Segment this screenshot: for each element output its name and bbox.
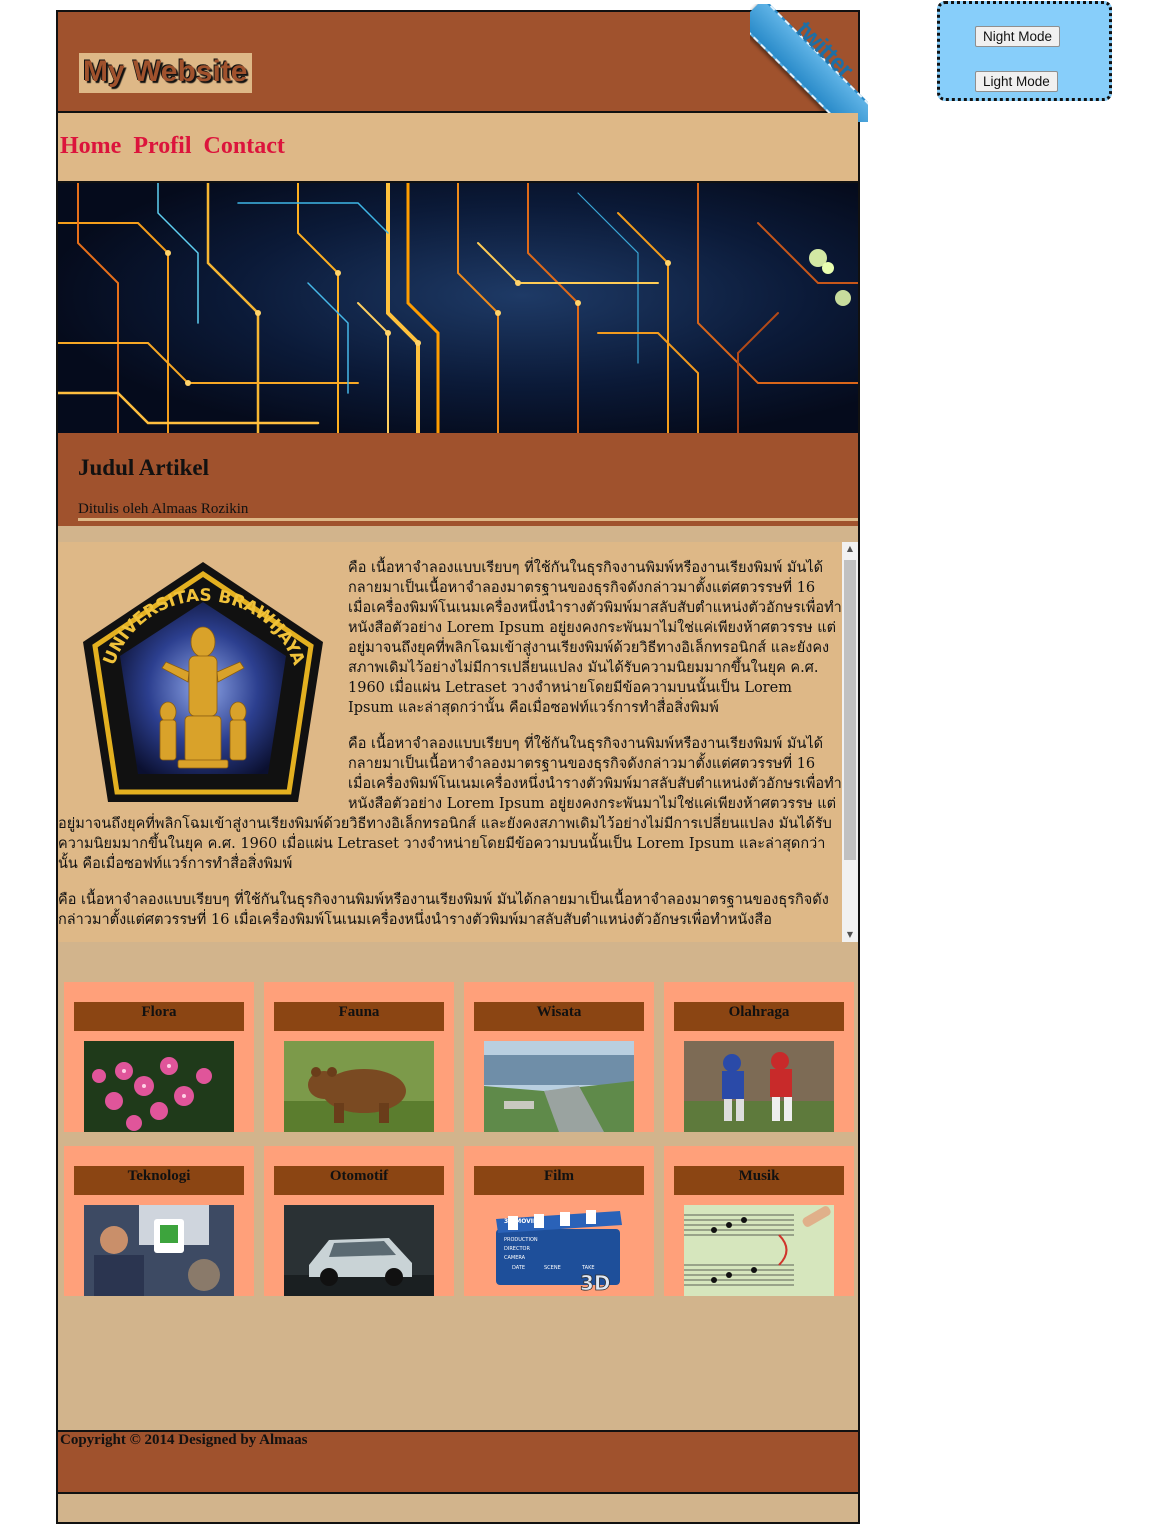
category-card-musik[interactable]: Musik <box>664 1146 854 1296</box>
category-label: Flora <box>74 1002 244 1031</box>
main-nav: Home Profil Contact <box>58 113 858 183</box>
wisata-graphic <box>484 1041 634 1132</box>
nav-home-link[interactable]: Home <box>60 133 121 159</box>
site-title: My Website <box>79 53 252 93</box>
footer-copyright: Copyright © 2014 Designed by Almaas <box>60 1432 308 1448</box>
category-card-wisata[interactable]: Wisata <box>464 982 654 1132</box>
site-footer: Copyright © 2014 Designed by Almaas <box>58 1430 858 1494</box>
category-label: Olahraga <box>674 1002 844 1031</box>
wisata-image <box>484 1041 634 1132</box>
category-gallery: Flora Fauna Wisata Olahraga Teknologi Ot… <box>64 982 854 1296</box>
film-image: 3D MOVIES PRODUCTION DIRECTOR CAMERA DAT… <box>484 1205 634 1296</box>
article-paragraph-3: คือ เนื้อหาจำลองแบบเรียบๆ ที่ใช้กันในธุร… <box>58 892 829 928</box>
musik-graphic <box>684 1205 834 1296</box>
teknologi-image <box>84 1205 234 1296</box>
category-card-olahraga[interactable]: Olahraga <box>664 982 854 1132</box>
clapper-row-2: DIRECTOR <box>504 1246 530 1252</box>
site-header: My Website twitter <box>58 4 868 122</box>
category-card-flora[interactable]: Flora <box>64 982 254 1132</box>
university-logo: UNIVERSITAS BRAWIJAYA <box>58 542 348 812</box>
fauna-graphic <box>284 1041 434 1132</box>
nav-contact-link[interactable]: Contact <box>204 133 285 159</box>
clapper-title: 3D MOVIES <box>504 1218 541 1225</box>
category-label: Film <box>474 1166 644 1195</box>
clapper-col-2: SCENE <box>544 1265 561 1271</box>
flora-image <box>84 1041 234 1132</box>
university-logo-graphic: UNIVERSITAS BRAWIJAYA <box>83 562 323 802</box>
scroll-up-arrow-icon[interactable]: ▲ <box>842 542 858 556</box>
page-container: My Website twitter Home Profil Contact J… <box>56 4 868 1524</box>
article-header: Judul Artikel Ditulis oleh Almaas Roziki… <box>58 433 858 525</box>
circuit-banner-image <box>58 183 858 433</box>
fauna-image <box>284 1041 434 1132</box>
article-body[interactable]: UNIVERSITAS BRAWIJAYA คือ เนื้อหาจำลองแบ… <box>58 542 858 942</box>
article-divider-bar <box>58 521 858 526</box>
category-card-teknologi[interactable]: Teknologi <box>64 1146 254 1296</box>
light-mode-button[interactable]: Light Mode <box>975 71 1058 92</box>
clapper-3d-badge: 3D <box>580 1271 611 1295</box>
otomotif-image <box>284 1205 434 1296</box>
night-mode-button[interactable]: Night Mode <box>975 26 1061 47</box>
article-author: Ditulis oleh Almaas Rozikin <box>78 501 249 517</box>
musik-image <box>684 1205 834 1296</box>
olahraga-image <box>684 1041 834 1132</box>
clapper-col-1: DATE <box>512 1265 525 1271</box>
category-label: Otomotif <box>274 1166 444 1195</box>
circuit-banner-graphic <box>58 183 858 433</box>
article-title: Judul Artikel <box>78 455 210 480</box>
teknologi-graphic <box>84 1205 234 1296</box>
film-graphic: 3D MOVIES PRODUCTION DIRECTOR CAMERA DAT… <box>484 1205 634 1296</box>
scroll-down-arrow-icon[interactable]: ▼ <box>842 928 858 942</box>
category-label: Fauna <box>274 1002 444 1031</box>
mode-switcher: Night Mode Light Mode <box>937 1 1112 101</box>
article-scrollbar[interactable]: ▲ ▼ <box>842 542 858 942</box>
otomotif-graphic <box>284 1205 434 1296</box>
article-content: UNIVERSITAS BRAWIJAYA คือ เนื้อหาจำลองแบ… <box>58 542 842 942</box>
twitter-ribbon[interactable]: twitter <box>750 4 868 122</box>
category-card-otomotif[interactable]: Otomotif <box>264 1146 454 1296</box>
category-card-film[interactable]: Film 3D MOVIES PRODUCTION DIRECTOR CAMER… <box>464 1146 654 1296</box>
category-label: Musik <box>674 1166 844 1195</box>
category-label: Wisata <box>474 1002 644 1031</box>
scrollbar-thumb[interactable] <box>844 560 856 860</box>
flora-graphic <box>84 1041 234 1132</box>
clapper-row-1: PRODUCTION <box>504 1237 538 1243</box>
category-label: Teknologi <box>74 1166 244 1195</box>
olahraga-graphic <box>684 1041 834 1132</box>
nav-profil-link[interactable]: Profil <box>133 133 191 159</box>
category-card-fauna[interactable]: Fauna <box>264 982 454 1132</box>
clapper-row-3: CAMERA <box>504 1255 526 1261</box>
